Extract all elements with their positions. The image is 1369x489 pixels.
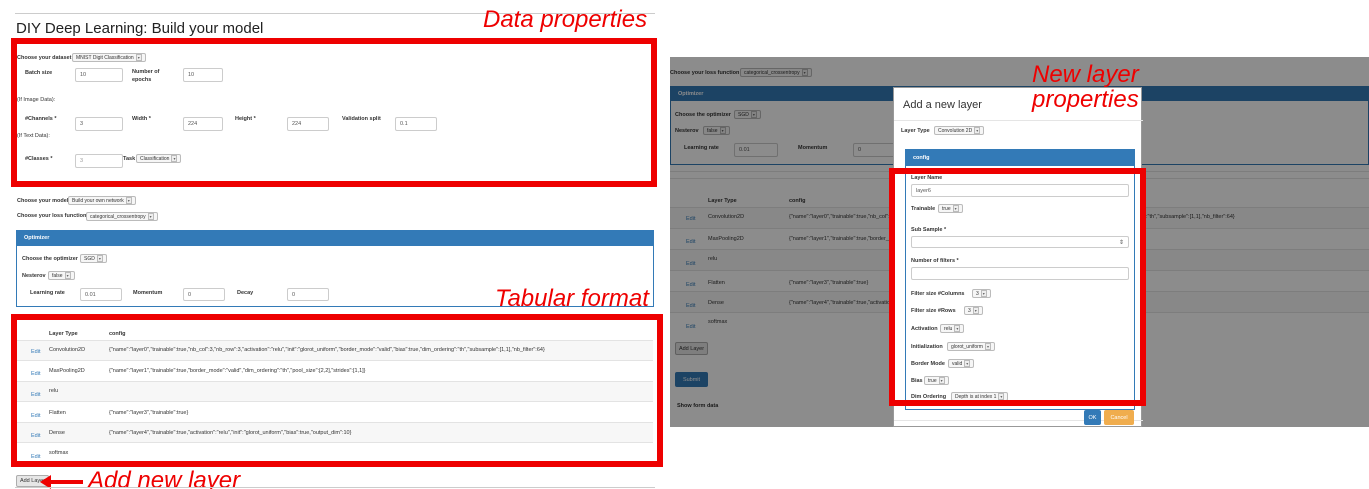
layer-type-label: Layer Type [901,128,930,134]
bottom-divider [15,487,655,488]
new-layer-annotation-line2: properties [1032,86,1139,113]
ok-button[interactable]: OK [1084,410,1101,425]
add-new-layer-annotation: Add new layer [88,467,241,489]
modal-header-divider [894,120,1143,121]
arrow-shaft [46,480,83,484]
cancel-button[interactable]: Cancel [1104,410,1134,425]
new-layer-properties-highlight [889,168,1146,406]
model-select-value: Build your own network [72,197,124,204]
optimizer-label: Choose the optimizer [22,256,78,262]
tabular-format-highlight [11,314,663,467]
loss-label: Choose your loss function [17,213,87,219]
new-layer-annotation-line1: New layer [1032,61,1139,88]
model-select[interactable]: Build your own network ▾ [68,196,136,205]
learning-rate-input[interactable]: 0.01 [80,288,122,301]
loss-select[interactable]: categorical_crossentropy ▾ [86,212,158,221]
learning-rate-label: Learning rate [30,290,65,296]
decay-input[interactable]: 0 [287,288,329,301]
select-arrow-icon: ▾ [64,272,71,279]
select-arrow-icon: ▾ [125,197,132,204]
layer-type-select[interactable]: Convolution 2D ▾ [934,126,985,135]
page-title: DIY Deep Learning: Build your model [16,20,264,37]
data-properties-highlight [11,38,657,187]
momentum-input[interactable]: 0 [183,288,225,301]
select-arrow-icon: ▾ [974,127,981,134]
tabular-format-annotation: Tabular format [495,285,649,312]
loss-select-value: categorical_crossentropy [90,213,146,220]
model-label: Choose your model [17,198,69,204]
optimizer-panel-header: Optimizer [16,230,654,246]
optimizer-select-value: SGD [84,255,95,262]
momentum-label: Momentum [133,290,163,296]
nesterov-select-value: false [52,272,63,279]
select-arrow-icon: ▾ [96,255,103,262]
nesterov-select[interactable]: false ▾ [48,271,75,280]
select-arrow-icon: ▾ [147,213,154,220]
nesterov-label: Nesterov [22,273,46,279]
modal-title: Add a new layer [903,99,982,111]
layer-type-select-value: Convolution 2D [938,127,973,134]
optimizer-select[interactable]: SGD ▾ [80,254,107,263]
decay-label: Decay [237,290,254,296]
data-properties-annotation: Data properties [483,6,648,33]
config-panel-header: config [905,149,1135,166]
